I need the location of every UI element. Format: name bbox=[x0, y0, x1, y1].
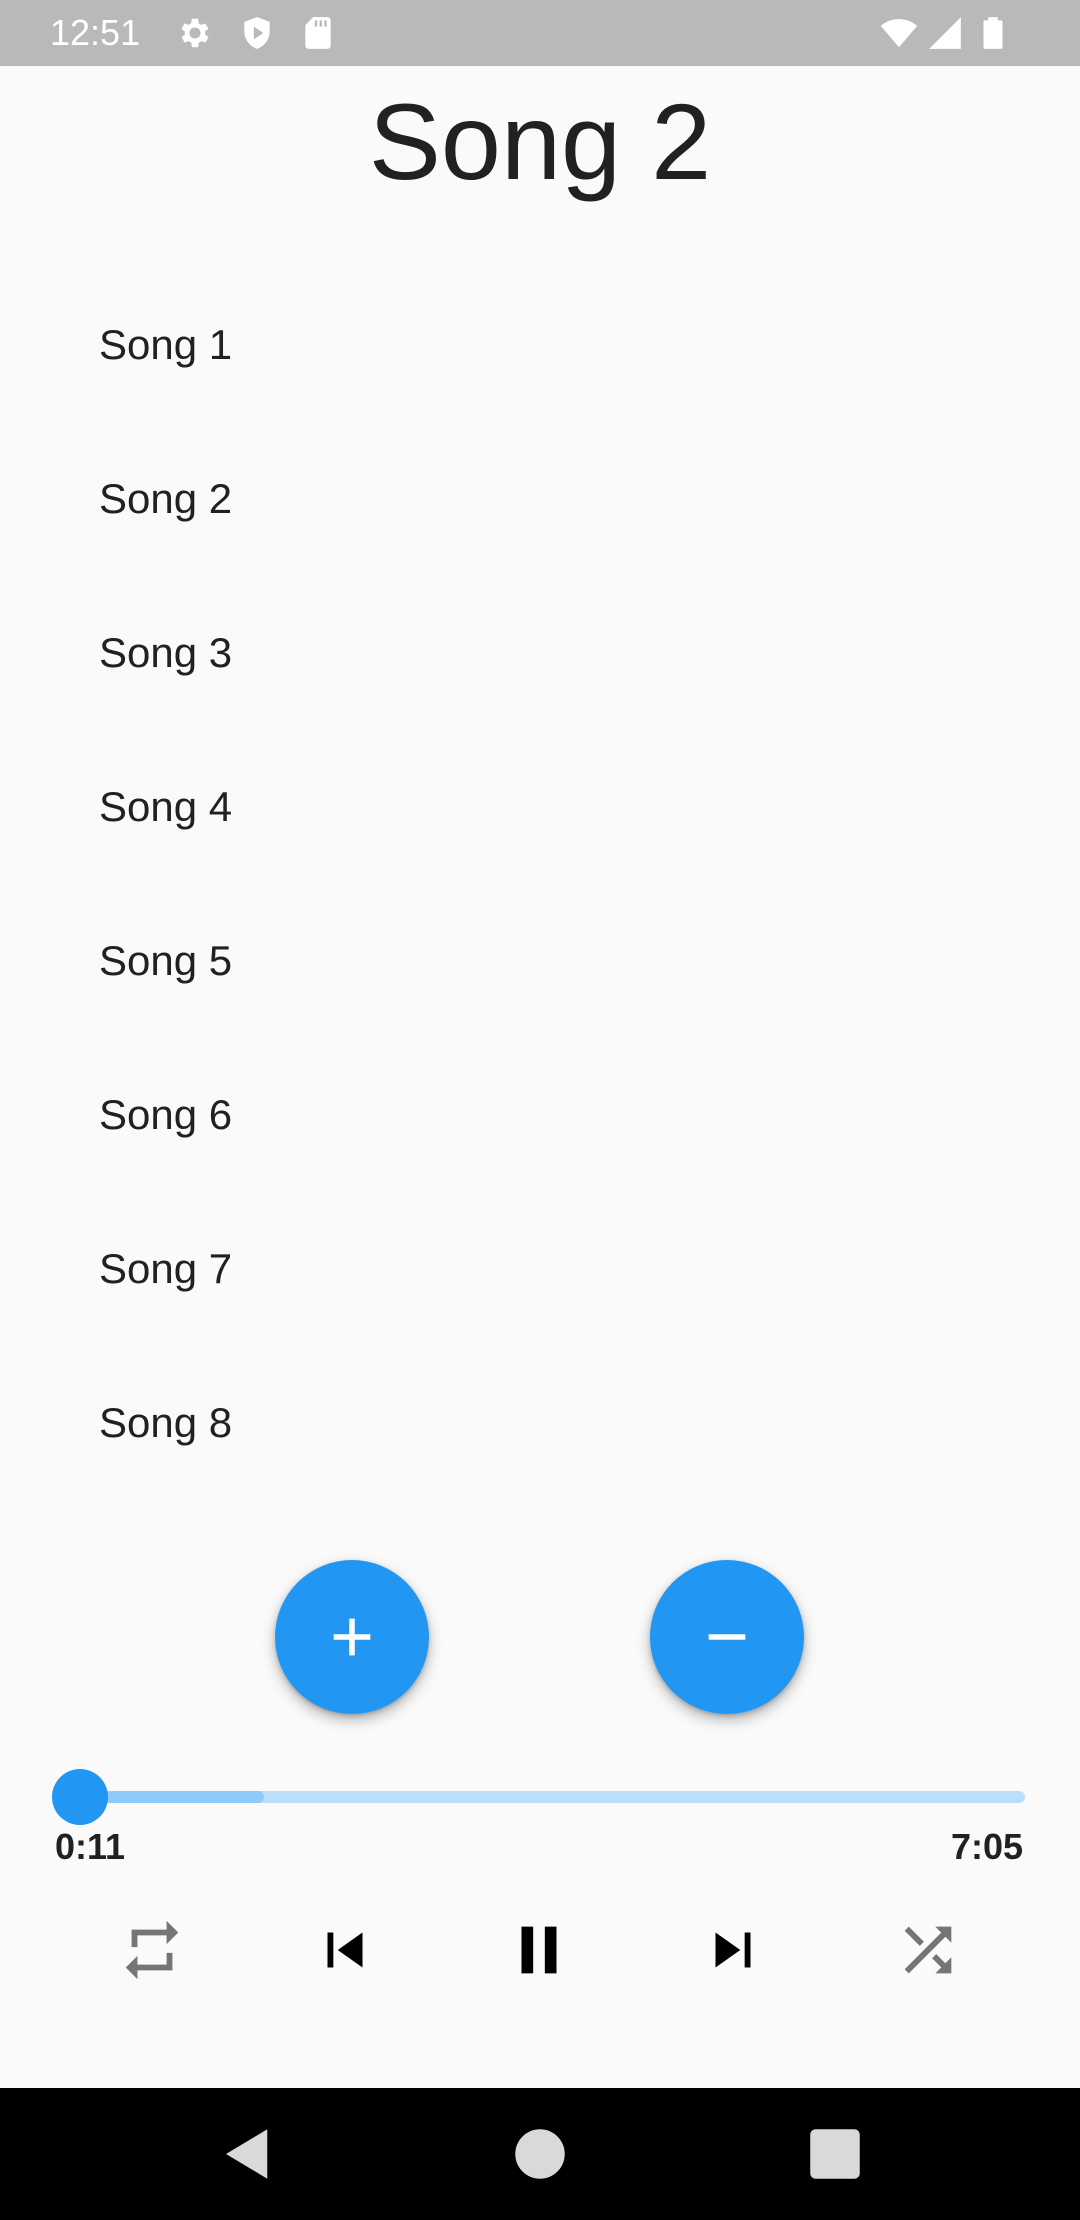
total-duration: 7:05 bbox=[950, 1826, 1023, 1867]
plus-icon bbox=[333, 1618, 371, 1656]
seek-slider[interactable] bbox=[52, 1769, 1025, 1825]
elapsed-time: 0:11 bbox=[55, 1826, 126, 1867]
status-time: 12:51 bbox=[50, 12, 141, 53]
now-playing-title: Song 2 bbox=[368, 81, 712, 202]
song-list-item[interactable]: Song 6 bbox=[0, 1040, 1080, 1194]
song-title: Song 2 bbox=[99, 475, 233, 522]
repeat-button[interactable] bbox=[117, 1915, 187, 1985]
home-button[interactable] bbox=[507, 2121, 573, 2187]
minus-icon bbox=[708, 1634, 746, 1640]
remove-song-button[interactable] bbox=[650, 1560, 804, 1714]
song-title: Song 8 bbox=[99, 1399, 233, 1446]
song-list-item[interactable]: Song 4 bbox=[0, 732, 1080, 886]
song-list-item[interactable]: Song 3 bbox=[0, 578, 1080, 732]
navigation-bar bbox=[0, 2088, 1080, 2220]
shuffle-button[interactable] bbox=[893, 1915, 963, 1985]
song-title: Song 3 bbox=[99, 629, 233, 676]
song-list-item[interactable]: Song 2 bbox=[0, 424, 1080, 578]
music-player-screen: 12:51 Song 2 Song 1 Song 2 Song 3 Song 4… bbox=[0, 0, 1080, 2220]
wifi-icon bbox=[880, 14, 918, 52]
shield-play-icon bbox=[238, 14, 276, 52]
song-title: Song 4 bbox=[99, 783, 233, 830]
recents-square-icon bbox=[810, 2129, 860, 2179]
slider-thumb[interactable] bbox=[52, 1769, 109, 1825]
song-list: Song 1 Song 2 Song 3 Song 4 Song 5 Song … bbox=[0, 270, 1080, 1502]
back-triangle-icon bbox=[226, 2129, 268, 2179]
sd-card-icon bbox=[299, 14, 337, 52]
skip-previous-icon bbox=[327, 1932, 363, 1968]
pause-icon bbox=[521, 1926, 557, 1974]
home-circle-icon bbox=[515, 2129, 565, 2179]
repeat-icon bbox=[125, 1920, 179, 1980]
song-list-item[interactable]: Song 8 bbox=[0, 1348, 1080, 1502]
gear-icon bbox=[176, 14, 214, 52]
song-list-item[interactable]: Song 5 bbox=[0, 886, 1080, 1040]
battery-icon bbox=[974, 14, 1012, 52]
song-title: Song 5 bbox=[99, 937, 233, 984]
song-title: Song 6 bbox=[99, 1091, 233, 1138]
song-title: Song 1 bbox=[99, 321, 233, 368]
back-button[interactable] bbox=[215, 2121, 281, 2187]
status-bar: 12:51 bbox=[0, 0, 1080, 66]
next-track-button[interactable] bbox=[698, 1915, 768, 1985]
skip-next-icon bbox=[715, 1932, 751, 1968]
song-title: Song 7 bbox=[99, 1245, 233, 1292]
pause-button[interactable] bbox=[504, 1915, 574, 1985]
recents-button[interactable] bbox=[802, 2121, 868, 2187]
shuffle-icon bbox=[904, 1926, 952, 1974]
previous-track-button[interactable] bbox=[310, 1915, 380, 1985]
cellular-signal-icon bbox=[926, 14, 964, 52]
song-list-item[interactable]: Song 1 bbox=[0, 270, 1080, 424]
song-list-item[interactable]: Song 7 bbox=[0, 1194, 1080, 1348]
add-song-button[interactable] bbox=[275, 1560, 429, 1714]
